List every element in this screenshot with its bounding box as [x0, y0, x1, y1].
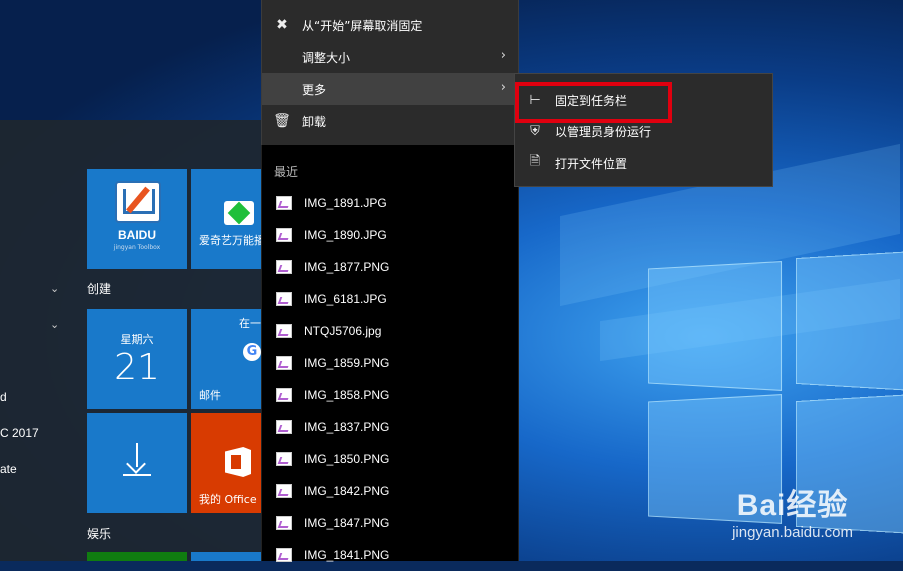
file-name: IMG_1837.PNG — [304, 420, 390, 434]
recent-file-item[interactable]: IMG_6181.JPG — [262, 283, 518, 315]
chevron-down-icon[interactable]: ⌄ — [50, 318, 59, 331]
group-label-entertainment[interactable]: 娱乐 — [87, 525, 111, 542]
menu-item-resize[interactable]: 调整大小 › — [262, 41, 518, 73]
recent-file-item[interactable]: IMG_1837.PNG — [262, 411, 518, 443]
tile-baidu-subtitle: jingyan Toolbox — [113, 244, 161, 251]
iqiyi-logo-icon — [224, 201, 254, 225]
menu-item-label: 以管理员身份运行 — [555, 124, 652, 139]
file-name: IMG_1858.PNG — [304, 388, 390, 402]
menu-item-uninstall[interactable]: 🗑 卸载 — [262, 105, 518, 137]
image-file-icon — [276, 484, 292, 498]
group-label-create[interactable]: 创建 — [87, 280, 111, 297]
image-file-icon — [276, 548, 292, 562]
watermark-brand: Bai经验 — [736, 489, 849, 522]
recent-file-item[interactable]: IMG_1890.JPG — [262, 219, 518, 251]
recent-file-item[interactable]: IMG_1859.PNG — [262, 347, 518, 379]
menu-item-label: 从“开始”屏幕取消固定 — [302, 18, 423, 33]
calendar-day: 星期六 — [120, 333, 154, 346]
recent-file-item[interactable]: IMG_1842.PNG — [262, 475, 518, 507]
file-name: IMG_1891.JPG — [304, 196, 387, 210]
recent-file-item[interactable]: IMG_1847.PNG — [262, 507, 518, 539]
recent-file-item[interactable]: IMG_1850.PNG — [262, 443, 518, 475]
tile-baidu[interactable]: BAIDU jingyan Toolbox — [87, 169, 187, 269]
menu-item-open-file-location[interactable]: 🗎 打开文件位置 — [515, 147, 772, 179]
file-name: IMG_6181.JPG — [304, 292, 387, 306]
trash-icon: 🗑 — [273, 113, 291, 129]
image-file-icon — [276, 452, 292, 466]
menu-item-label: 调整大小 — [302, 50, 351, 65]
office-logo-icon — [225, 447, 251, 477]
start-menu: d C 2017 ate ⌄ ⌄ 创建 娱乐 BAIDU jingyan Too… — [0, 120, 262, 561]
file-name: IMG_1859.PNG — [304, 356, 390, 370]
file-icon: 🗎 — [529, 154, 541, 169]
shield-icon: ⛨ — [530, 123, 540, 139]
image-file-icon — [276, 324, 292, 338]
mail-top-text: 在一 — [239, 317, 261, 330]
unpin-icon: ✖ — [276, 17, 288, 33]
recent-file-item[interactable]: IMG_1877.PNG — [262, 251, 518, 283]
baidu-logo-icon — [115, 181, 161, 223]
file-name: IMG_1850.PNG — [304, 452, 390, 466]
image-file-icon — [276, 516, 292, 530]
annotation-highlight-box — [515, 82, 672, 123]
tile-office[interactable]: 我的 Office — [191, 413, 262, 513]
image-file-icon — [276, 196, 292, 210]
tile-office-label: 我的 Office — [199, 493, 257, 506]
tile-mail[interactable]: 在一 G 邮件 — [191, 309, 262, 409]
tile-mail-label: 邮件 — [199, 389, 221, 402]
recent-file-item[interactable]: NTQJ5706.jpg — [262, 315, 518, 347]
menu-item-label: 卸载 — [302, 114, 327, 129]
menu-item-more[interactable]: 更多 › — [262, 73, 518, 105]
file-name: IMG_1847.PNG — [304, 516, 390, 530]
calendar-date: 21 — [114, 347, 160, 388]
image-file-icon — [276, 260, 292, 274]
app-list-item[interactable]: C 2017 — [0, 426, 39, 440]
recent-file-item[interactable]: IMG_1841.PNG — [262, 539, 518, 571]
tile-partial[interactable] — [191, 552, 262, 561]
image-file-icon — [276, 388, 292, 402]
context-menu: ✖ 从“开始”屏幕取消固定 调整大小 › 更多 › 🗑 卸载 — [261, 0, 519, 145]
image-file-icon — [276, 356, 292, 370]
recent-title: 最近 — [274, 165, 299, 179]
tile-iqiyi-label: 爱奇艺万能播放器 — [199, 234, 262, 247]
app-list-item[interactable]: ate — [0, 462, 17, 476]
file-name: IMG_1841.PNG — [304, 548, 390, 562]
chevron-right-icon: › — [500, 80, 506, 95]
baidu-jingyan-watermark: Bai经验 jingyan.baidu.com — [732, 480, 853, 541]
file-name: IMG_1842.PNG — [304, 484, 390, 498]
file-name: IMG_1877.PNG — [304, 260, 390, 274]
menu-item-unpin[interactable]: ✖ 从“开始”屏幕取消固定 — [262, 9, 518, 41]
download-icon — [123, 443, 151, 476]
file-name: IMG_1890.JPG — [304, 228, 387, 242]
chevron-right-icon: › — [500, 48, 506, 63]
google-icon: G — [243, 343, 261, 361]
tile-partial[interactable] — [87, 552, 187, 561]
image-file-icon — [276, 292, 292, 306]
recent-files-panel: 最近 IMG_1891.JPG IMG_1890.JPG IMG_1877.PN… — [261, 145, 519, 562]
chevron-down-icon[interactable]: ⌄ — [50, 282, 59, 295]
tile-download[interactable] — [87, 413, 187, 513]
app-list-item[interactable]: d — [0, 390, 7, 404]
tile-baidu-title: BAIDU — [118, 228, 156, 242]
image-file-icon — [276, 228, 292, 242]
recent-file-item[interactable]: IMG_1858.PNG — [262, 379, 518, 411]
tile-calendar[interactable]: 星期六 21 — [87, 309, 187, 409]
tile-iqiyi[interactable]: 爱奇艺万能播放器 — [191, 169, 262, 269]
watermark-url: jingyan.baidu.com — [732, 524, 853, 541]
file-name: NTQJ5706.jpg — [304, 324, 382, 338]
menu-item-label: 打开文件位置 — [555, 156, 628, 171]
menu-item-label: 更多 — [302, 82, 327, 97]
image-file-icon — [276, 420, 292, 434]
recent-file-item[interactable]: IMG_1891.JPG — [262, 187, 518, 219]
